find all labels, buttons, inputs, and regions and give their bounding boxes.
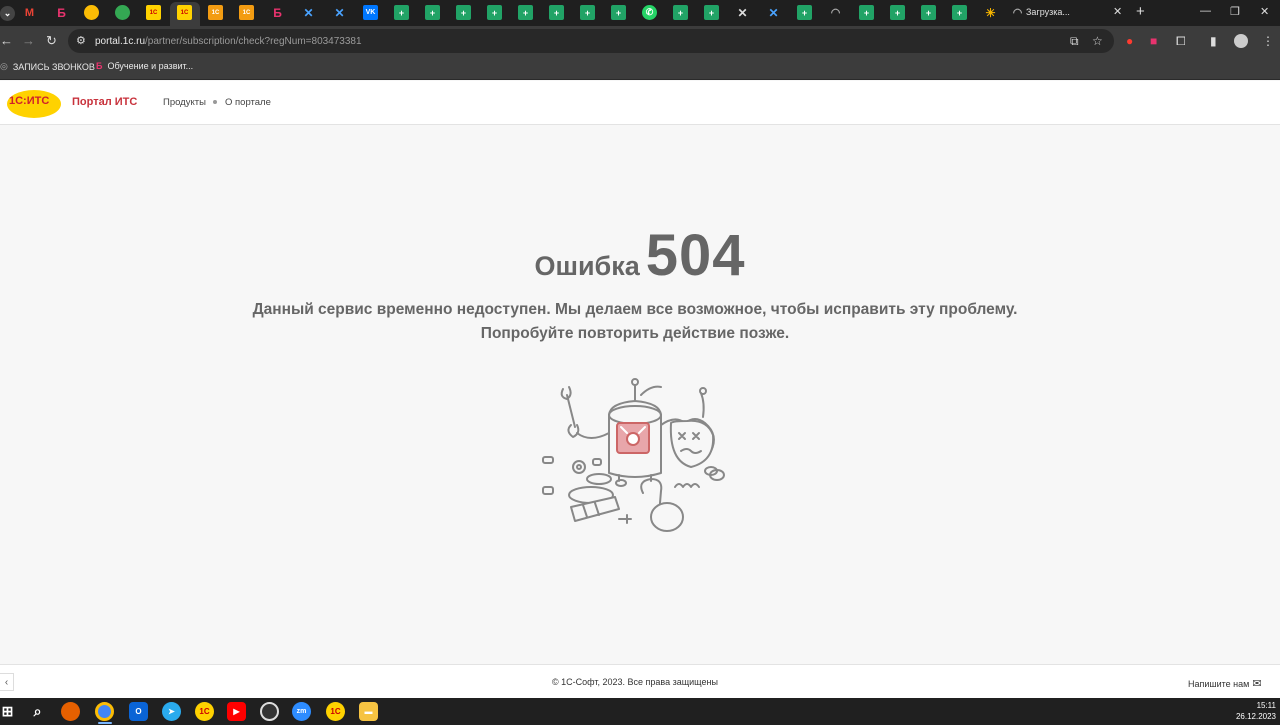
1c-app-icon[interactable]: 1С (195, 702, 214, 721)
sheets-tab-icon-5[interactable]: + (518, 5, 533, 20)
bookmark-call-recordings[interactable]: ◎ ЗАПИСЬ ЗВОНКОВ (0, 61, 95, 72)
nav-separator (213, 100, 217, 104)
obs-icon[interactable] (260, 702, 279, 721)
sheets-tab-icon-3[interactable]: + (456, 5, 471, 20)
install-app-icon[interactable]: ⧉ (1070, 34, 1079, 49)
x-tab-icon-2[interactable]: ✕ (332, 5, 347, 20)
sheets-tab-icon[interactable]: + (394, 5, 409, 20)
sheets-tab-icon-2[interactable]: + (425, 5, 440, 20)
sheets-tab-icon-8[interactable]: + (611, 5, 626, 20)
side-panel-icon[interactable]: ▮ (1210, 34, 1217, 48)
x-tab-icon-4[interactable]: ✕ (766, 5, 781, 20)
url-host: portal.1c.ru (95, 36, 146, 47)
1c-app-icon-2[interactable]: 1С (326, 702, 345, 721)
sheets-tab-icon-13[interactable]: + (890, 5, 905, 20)
chrome-app-tab-icon[interactable] (84, 5, 99, 20)
extension-icon[interactable]: ● (1126, 34, 1133, 48)
sheets-tab-icon-15[interactable]: + (952, 5, 967, 20)
active-app-indicator (98, 722, 112, 724)
loading-tab-spinner-icon: ◠ (1012, 7, 1023, 19)
sheets-tab-icon-10[interactable]: + (704, 5, 719, 20)
1c-tab-icon[interactable]: 1С (146, 5, 161, 20)
error-code: 504 (645, 223, 746, 288)
sheets-tab-icon-9[interactable]: + (673, 5, 688, 20)
search-icon[interactable]: ⌕ (28, 702, 47, 721)
restore-icon[interactable]: ❐ (1230, 5, 1240, 18)
windows-taskbar (0, 698, 1280, 725)
nav-products-link[interactable]: Продукты (163, 97, 206, 108)
url-path: /partner/subscription/check?regNum=80347… (145, 36, 362, 47)
sheets-tab-icon-11[interactable]: + (797, 5, 812, 20)
1c-active-tab-icon[interactable]: 1С (177, 5, 192, 20)
telegram-icon[interactable]: ➤ (162, 702, 181, 721)
sheets-tab-icon-14[interactable]: + (921, 5, 936, 20)
chrome-icon[interactable] (95, 702, 114, 721)
bookmark-label: ЗАПИСЬ ЗВОНКОВ (12, 61, 95, 72)
error-heading: Ошибка 504 (0, 222, 1280, 289)
extensions-puzzle-icon[interactable]: ⧠ (1176, 34, 1186, 49)
browser-tab-strip (0, 0, 1280, 26)
extension-icon-2[interactable]: ■ (1150, 34, 1157, 48)
menu-kebab-icon[interactable]: ⋮ (1262, 34, 1274, 48)
bookmark-label: Обучение и развит... (107, 61, 194, 71)
file-explorer-icon[interactable]: ▬ (359, 702, 378, 721)
clock-time: 15:11 (1256, 701, 1276, 710)
tab-close-icon[interactable]: ✕ (1113, 5, 1122, 18)
x-tab-icon-3[interactable]: ✕ (735, 5, 750, 20)
portal-title[interactable]: Портал ИТС (72, 96, 137, 108)
new-tab-button[interactable]: + (1136, 3, 1145, 20)
loading-tab-title[interactable]: Загрузка... (1026, 7, 1070, 17)
outlook-icon[interactable]: O (129, 702, 148, 721)
tab-search-icon[interactable]: ⌄ (0, 6, 15, 21)
firefox-icon[interactable] (61, 702, 80, 721)
1c-tab-icon-3[interactable]: 1С (239, 5, 254, 20)
minimize-icon[interactable]: — (1200, 5, 1211, 17)
sheets-tab-icon-7[interactable]: + (580, 5, 595, 20)
error-message: Данный сервис временно недоступен. Мы де… (252, 301, 1018, 342)
gmail-tab-icon[interactable]: M (22, 5, 37, 20)
bitrix-tab-icon[interactable]: Б (54, 5, 69, 20)
svg-text:1С:ИТС: 1С:ИТС (9, 95, 49, 107)
sheets-tab-icon-12[interactable]: + (859, 5, 874, 20)
zoom-icon[interactable]: zm (292, 702, 311, 721)
copyright-text: © 1С-Софт, 2023. Все права защищены (552, 677, 718, 687)
bookmark-star-icon[interactable]: ☆ (1092, 34, 1103, 48)
x-tab-icon[interactable]: ✕ (301, 5, 316, 20)
forward-icon[interactable]: → (22, 33, 35, 48)
write-us-link[interactable]: Напишите нам ✉ (1188, 677, 1262, 690)
site-info-icon[interactable]: ⚙ (76, 34, 86, 47)
globe-icon: ◎ (0, 61, 8, 71)
1c-its-logo[interactable]: 1С:ИТС (6, 86, 62, 120)
chrome-app-tab-icon-2[interactable] (115, 5, 130, 20)
window-close-icon[interactable]: ✕ (1260, 5, 1269, 18)
bitrix-tab-icon-2[interactable]: Б (270, 5, 285, 20)
back-icon[interactable]: ← (0, 33, 13, 48)
mail-icon: ✉ (1252, 678, 1262, 690)
bitrix-icon: Б (96, 61, 103, 71)
sheets-tab-icon-6[interactable]: + (549, 5, 564, 20)
loading-spinner-icon[interactable]: ◠ (828, 5, 843, 20)
write-us-label: Напишите нам (1188, 678, 1250, 689)
url-text[interactable]: portal.1c.ru/partner/subscription/check?… (95, 36, 362, 47)
system-clock[interactable]: 15:11 26.12.2023 (1226, 700, 1276, 722)
1c-tab-icon-2[interactable]: 1С (208, 5, 223, 20)
sun-tab-icon[interactable]: ☀ (983, 5, 998, 20)
broken-robot-illustration (542, 378, 725, 532)
reload-icon[interactable]: ↻ (46, 33, 57, 49)
profile-avatar[interactable] (1234, 34, 1248, 48)
bookmark-learning[interactable]: Б Обучение и развит... (96, 61, 193, 71)
nav-about-link[interactable]: О портале (225, 97, 271, 108)
clock-date: 26.12.2023 (1235, 712, 1276, 721)
error-word: Ошибка (534, 251, 640, 281)
whatsapp-tab-icon[interactable]: ✆ (642, 5, 657, 20)
sheets-tab-icon-4[interactable]: + (487, 5, 502, 20)
vk-tab-icon[interactable]: VK (363, 5, 378, 20)
youtube-icon[interactable]: ▶ (227, 702, 246, 721)
windows-start-icon[interactable]: ⊞ (0, 702, 17, 721)
